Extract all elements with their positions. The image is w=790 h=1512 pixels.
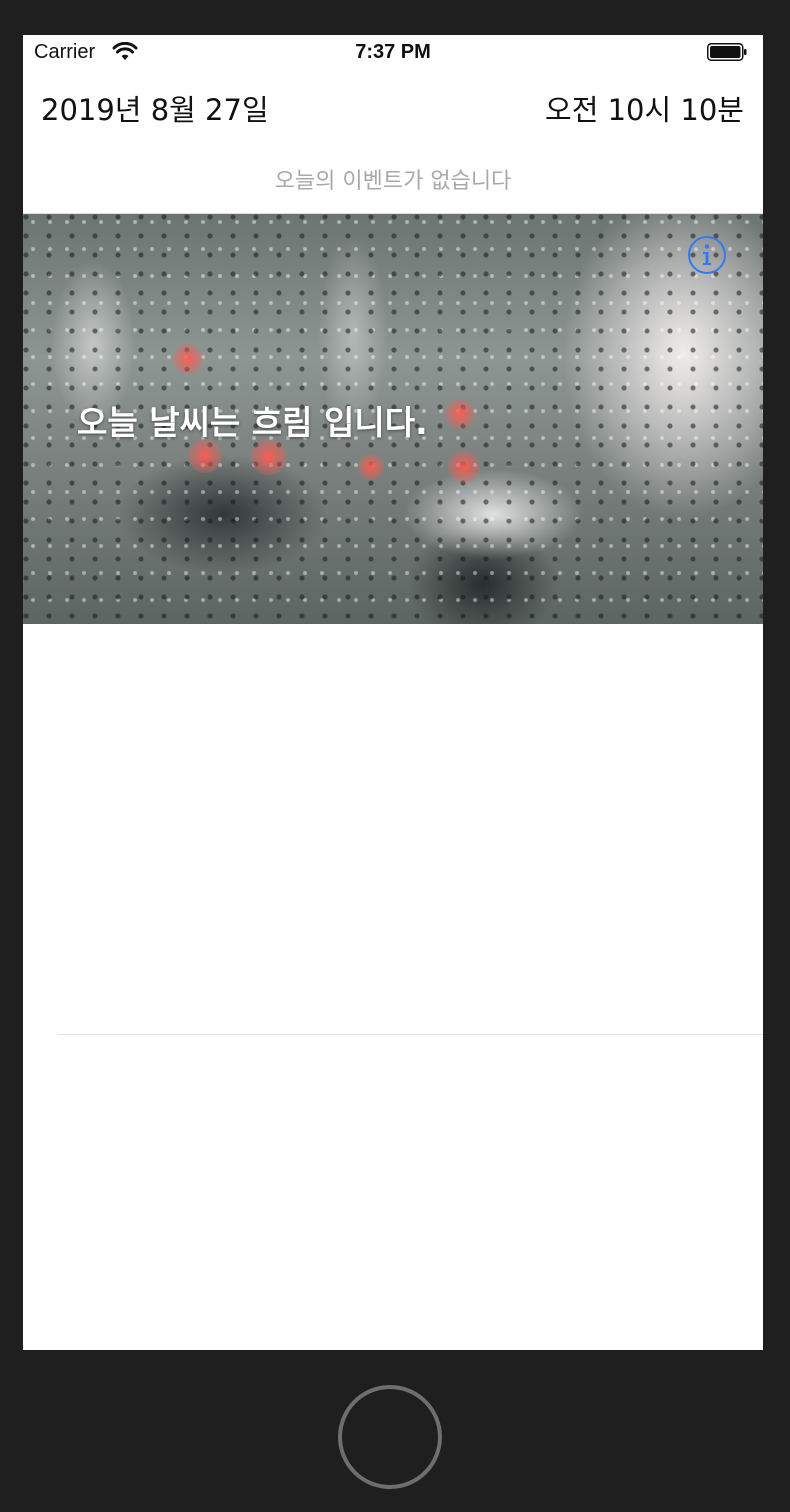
tail-light xyxy=(173,344,203,374)
tail-light xyxy=(251,439,287,475)
tail-light xyxy=(445,399,475,429)
current-time: 오전 10시 10분 xyxy=(545,93,744,127)
no-events-message: 오늘의 이벤트가 없습니다 xyxy=(274,169,512,194)
current-date: 2019년 8월 27일 xyxy=(41,93,269,127)
list-divider xyxy=(58,1034,763,1035)
status-bar: Carrier 7:37 PM xyxy=(23,35,763,73)
status-time: 7:37 PM xyxy=(355,41,431,63)
weather-banner: 오늘 날씨는 흐림 입니다. xyxy=(23,214,763,624)
weather-message: 오늘 날씨는 흐림 입니다. xyxy=(77,403,428,442)
battery-icon xyxy=(707,43,747,61)
tail-light xyxy=(448,451,480,483)
app-screen: Carrier 7:37 PM 2019년 8월 27일 오전 10시 10분 … xyxy=(23,35,763,1350)
home-button[interactable] xyxy=(338,1385,442,1489)
info-icon[interactable] xyxy=(687,235,727,275)
tail-light xyxy=(358,454,384,480)
tail-light xyxy=(188,439,222,473)
